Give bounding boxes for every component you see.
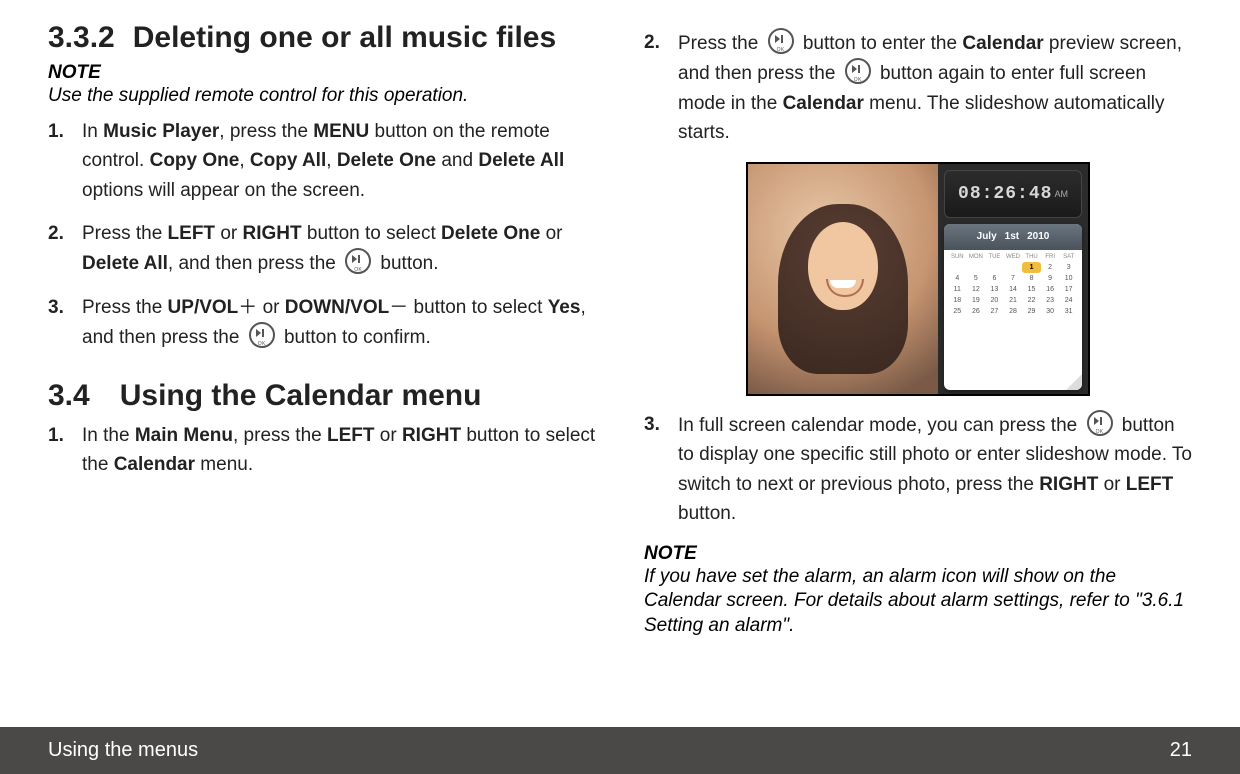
page-number: 21 [1170, 739, 1192, 762]
play-ok-icon: OK [768, 28, 794, 54]
note-label: NOTE [644, 543, 1192, 565]
heading-3-4: 3.4Using the Calendar menu [48, 379, 596, 413]
document-page: 3.3.2Deleting one or all music files NOT… [0, 0, 1240, 774]
right-column: 2. Press the OK button to enter the Cale… [644, 20, 1192, 700]
heading-3-3-2: 3.3.2Deleting one or all music files [48, 20, 596, 56]
step-332-1: 1. In Music Player, press the MENU butto… [48, 117, 596, 205]
note-text: If you have set the alarm, an alarm icon… [644, 565, 1192, 639]
page-footer: Using the menus 21 [0, 727, 1240, 774]
footer-section: Using the menus [48, 739, 198, 762]
calendar-card: July 1st 2010 SUNMONTUEWEDTHUFRISAT 1234… [944, 224, 1082, 390]
play-ok-icon: OK [845, 58, 871, 84]
play-ok-icon: OK [345, 248, 371, 274]
play-ok-icon: OK [249, 322, 275, 348]
step-332-3: 3. Press the UP/VOL＋ or DOWN/VOL－ button… [48, 293, 596, 353]
calendar-screenshot: 08:26:48AM July 1st 2010 SUNMONTUEWEDTHU… [746, 162, 1090, 396]
note-label: NOTE [48, 62, 596, 84]
step-34-3: 3. In full screen calendar mode, you can… [644, 410, 1192, 529]
clock-display: 08:26:48AM [944, 170, 1082, 218]
step-34-1: 1. In the Main Menu, press the LEFT or R… [48, 421, 596, 480]
play-ok-icon: OK [1087, 410, 1113, 436]
step-34-2: 2. Press the OK button to enter the Cale… [644, 28, 1192, 148]
step-332-2: 2. Press the LEFT or RIGHT button to sel… [48, 219, 596, 279]
note-text: Use the supplied remote control for this… [48, 84, 596, 109]
left-column: 3.3.2Deleting one or all music files NOT… [48, 20, 596, 700]
